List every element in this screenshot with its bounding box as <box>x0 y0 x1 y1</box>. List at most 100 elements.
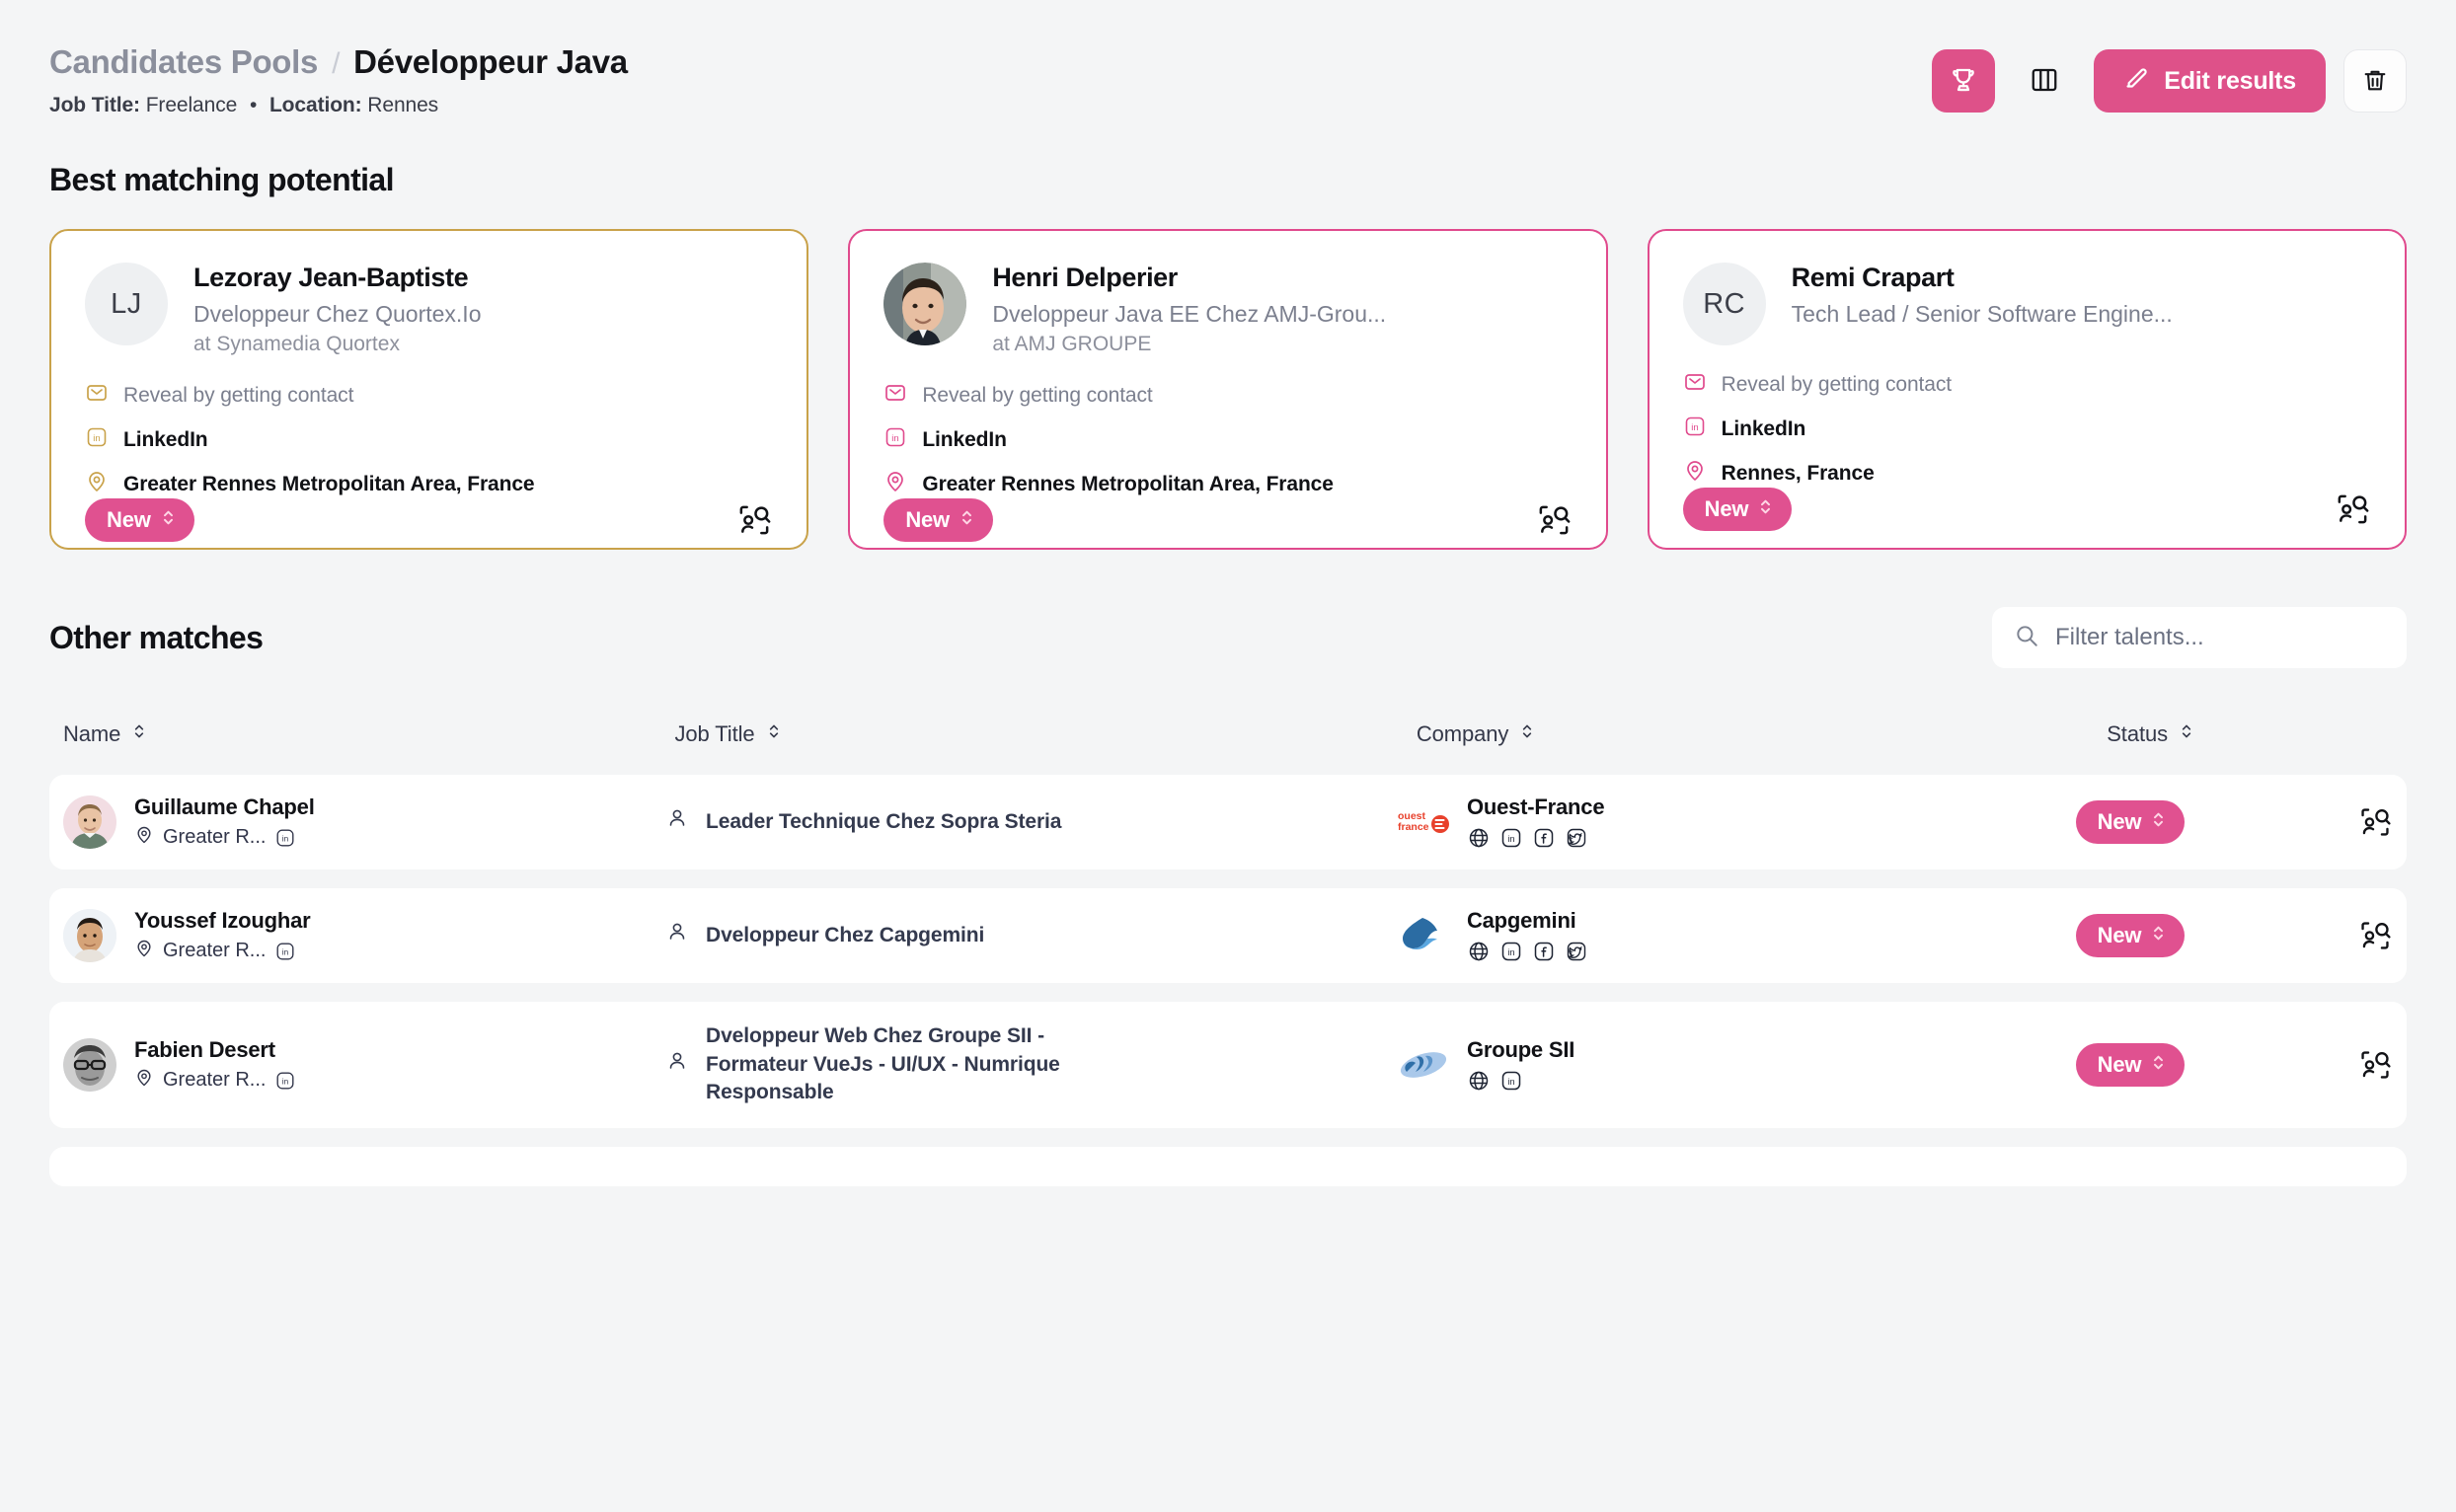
sort-icon <box>2180 721 2193 747</box>
person-info: Youssef Izoughar Greater R... in <box>134 908 311 964</box>
candidate-card[interactable]: Henri Delperier Dveloppeur Java EE Chez … <box>848 229 1608 550</box>
person-cell: Youssef Izoughar Greater R... in <box>63 908 311 964</box>
find-similar-icon[interactable] <box>2334 491 2371 528</box>
status-badge[interactable]: New <box>2075 1043 2186 1087</box>
company-cell: Capgemini in <box>1396 908 1588 963</box>
map-pin-icon <box>883 470 907 498</box>
linkedin-icon[interactable]: in <box>1499 826 1523 850</box>
linkedin-icon[interactable]: in <box>274 941 296 962</box>
card-identity: Remi Crapart Tech Lead / Senior Software… <box>1792 263 2173 333</box>
candidate-card[interactable]: LJ Lezoray Jean-Baptiste Dveloppeur Chez… <box>49 229 809 550</box>
reveal-contact-row[interactable]: Reveal by getting contact <box>1683 370 2371 399</box>
map-pin-icon <box>1683 459 1707 488</box>
company-cell: ouest france Ouest-France in <box>1396 794 1605 850</box>
candidate-card[interactable]: RC Remi Crapart Tech Lead / Senior Softw… <box>1647 229 2407 550</box>
linkedin-icon: in <box>85 425 109 454</box>
reveal-contact-row[interactable]: Reveal by getting contact <box>85 381 773 410</box>
breadcrumb-separator: / <box>332 47 341 80</box>
status-badge[interactable]: New <box>85 498 194 543</box>
person-info: Guillaume Chapel Greater R... in <box>134 794 315 851</box>
svg-text:in: in <box>1691 422 1698 433</box>
avatar: RC <box>1682 263 1766 345</box>
columns-button[interactable] <box>2013 49 2076 113</box>
company-logo <box>1396 914 1451 957</box>
find-similar-icon[interactable] <box>1535 501 1573 539</box>
linkedin-icon[interactable]: in <box>274 1070 296 1092</box>
svg-text:in: in <box>282 1077 289 1086</box>
person-info: Fabien Desert Greater R... in <box>134 1037 296 1094</box>
linkedin-row[interactable]: in LinkedIn <box>883 425 1572 454</box>
filter-talents-search[interactable] <box>1992 607 2407 668</box>
status-label: New <box>1704 496 1749 521</box>
candidate-name: Remi Crapart <box>1791 263 1955 292</box>
sort-icon <box>1520 721 1534 747</box>
column-header-company[interactable]: Company <box>1417 721 2107 747</box>
linkedin-icon[interactable]: in <box>1499 1069 1523 1093</box>
status-badge[interactable]: New <box>883 498 993 543</box>
twitter-icon[interactable] <box>1565 940 1588 963</box>
reveal-contact-row[interactable]: Reveal by getting contact <box>883 381 1572 410</box>
company-name: Capgemini <box>1466 908 1576 933</box>
table-row[interactable]: Youssef Izoughar Greater R... in Dvelopp… <box>49 888 2407 983</box>
location-row: Greater Rennes Metropolitan Area, France <box>883 470 1572 498</box>
delete-button[interactable] <box>2343 49 2407 113</box>
location-row: Rennes, France <box>1683 459 2371 488</box>
column-header-job-title[interactable]: Job Title <box>674 721 1416 747</box>
edit-results-button[interactable]: Edit results <box>2094 49 2326 113</box>
linkedin-row[interactable]: in LinkedIn <box>1683 415 2371 443</box>
person-meta: Greater R... in <box>134 825 315 851</box>
candidate-name: Lezoray Jean-Baptiste <box>193 263 469 292</box>
find-similar-icon[interactable] <box>2357 804 2393 840</box>
breadcrumb-parent[interactable]: Candidates Pools <box>49 43 318 81</box>
pencil-icon <box>2123 64 2150 98</box>
facebook-icon[interactable] <box>1532 826 1556 850</box>
table-header: Name Job Title Company Status <box>49 713 2407 756</box>
globe-icon[interactable] <box>1467 826 1491 850</box>
column-header-name[interactable]: Name <box>63 721 674 747</box>
search-input[interactable] <box>2055 624 2385 651</box>
svg-text:in: in <box>1507 1077 1514 1087</box>
company-socials: in <box>1467 826 1604 850</box>
globe-icon[interactable] <box>1467 1069 1491 1093</box>
linkedin-icon[interactable]: in <box>1499 940 1523 963</box>
column-header-status[interactable]: Status <box>2107 721 2393 747</box>
status-badge[interactable]: New <box>1682 488 1793 531</box>
person-icon <box>665 1049 689 1081</box>
twitter-icon[interactable] <box>1565 826 1588 850</box>
linkedin-icon[interactable]: in <box>274 827 296 849</box>
table-row-partial[interactable] <box>49 1147 2407 1186</box>
location-label: Rennes, France <box>1721 461 1875 485</box>
trophy-button[interactable] <box>1932 49 1996 113</box>
status-label: New <box>107 507 151 533</box>
facebook-icon[interactable] <box>1532 940 1556 963</box>
map-pin-icon <box>134 939 154 964</box>
person-icon <box>665 806 689 838</box>
candidate-role: Tech Lead / Senior Software Engine... <box>1791 301 2173 328</box>
job-title-cell: Leader Technique Chez Sopra Steria <box>665 806 1061 838</box>
avatar <box>63 795 116 849</box>
location-value: Rennes <box>367 94 439 116</box>
linkedin-row[interactable]: in LinkedIn <box>85 425 773 454</box>
other-matches-header: Other matches <box>49 607 2407 668</box>
svg-text:in: in <box>282 834 289 843</box>
find-similar-icon[interactable] <box>735 501 773 539</box>
status-badge[interactable]: New <box>2075 914 2186 957</box>
company-name: Ouest-France <box>1466 794 1605 819</box>
status-badge[interactable]: New <box>2075 800 2186 844</box>
candidate-name: Henri Delperier <box>992 263 1178 292</box>
reveal-contact-label: Reveal by getting contact <box>123 383 354 407</box>
globe-icon[interactable] <box>1467 940 1491 963</box>
status-label: New <box>2097 1052 2142 1077</box>
table-row[interactable]: Fabien Desert Greater R... in Dveloppeur… <box>49 1002 2407 1128</box>
card-identity: Lezoray Jean-Baptiste Dveloppeur Chez Qu… <box>193 263 482 356</box>
company-socials: in <box>1467 1069 1574 1093</box>
find-similar-icon[interactable] <box>2357 1047 2393 1083</box>
page-header: Candidates Pools / Développeur Java Job … <box>49 0 2407 117</box>
linkedin-label: LinkedIn <box>922 427 1007 451</box>
chevron-updown-icon <box>1758 496 1773 523</box>
table-row[interactable]: Guillaume Chapel Greater R... in Leader … <box>49 775 2407 869</box>
person-location: Greater R... <box>163 940 267 961</box>
candidate-role: Dveloppeur Chez Quortex.Io <box>193 301 482 328</box>
job-title-text: Dveloppeur Chez Capgemini <box>706 923 985 946</box>
find-similar-icon[interactable] <box>2357 918 2393 953</box>
